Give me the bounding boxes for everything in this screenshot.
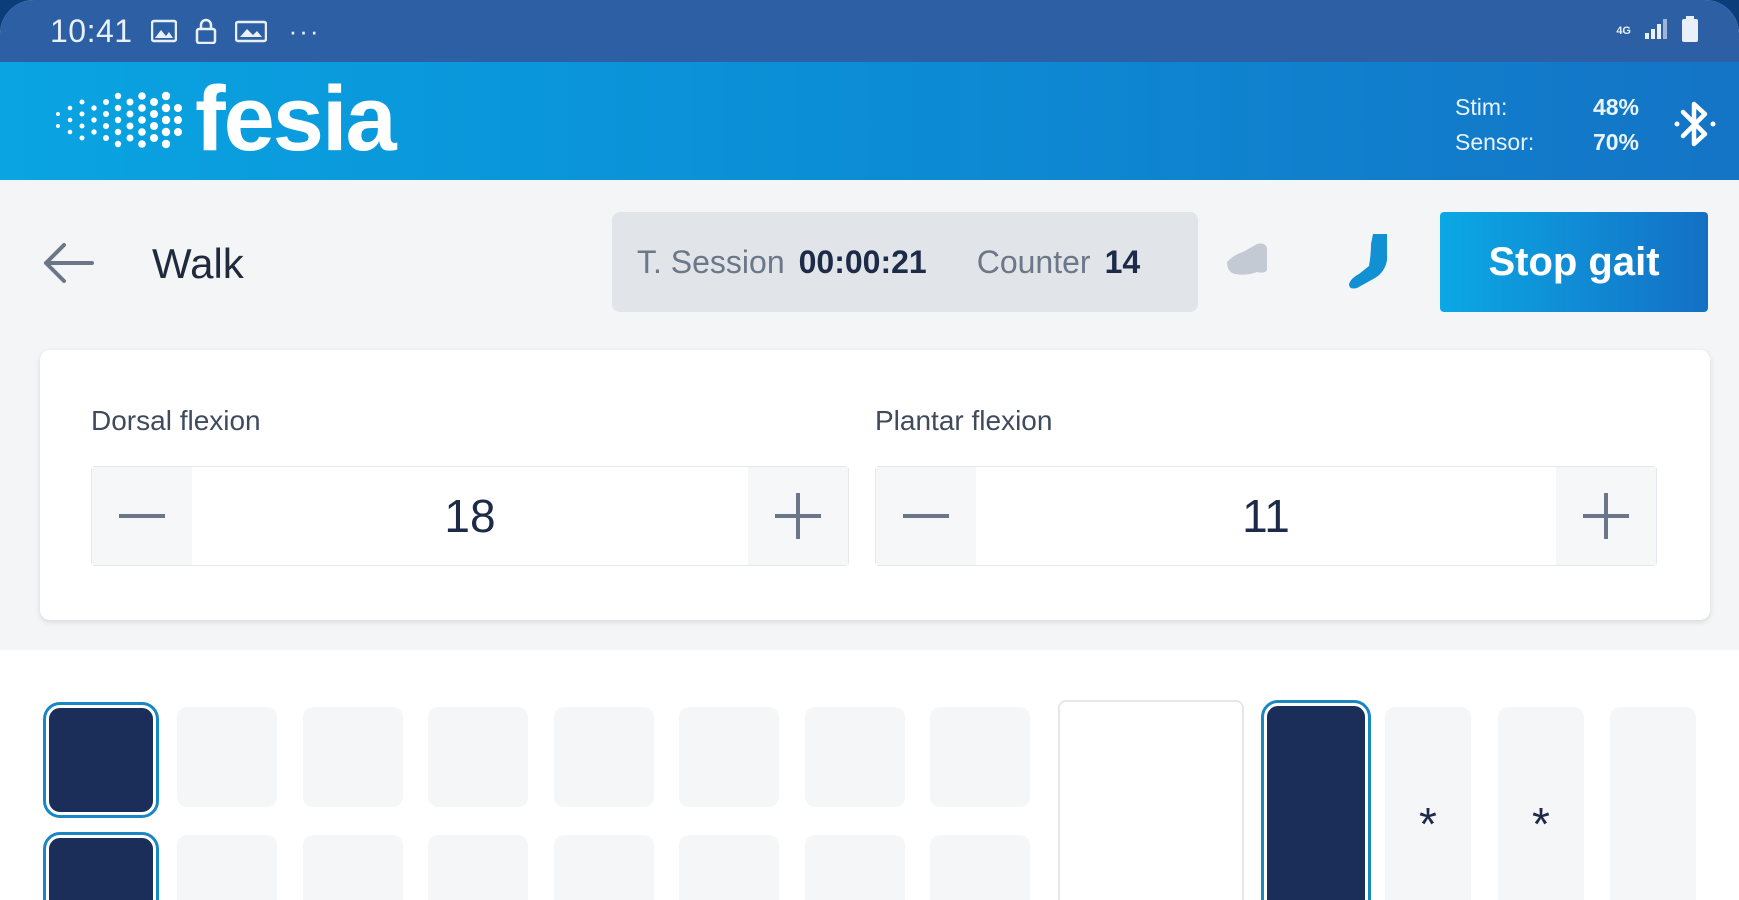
dorsal-decrement-button[interactable]: [92, 467, 192, 565]
plus-icon: [775, 493, 821, 539]
session-info: T. Session 00:00:21 Counter 14: [612, 212, 1198, 312]
counter-label: Counter: [976, 243, 1091, 280]
image-icon: [150, 19, 177, 43]
stop-gait-button[interactable]: Stop gait: [1440, 212, 1708, 312]
minus-icon: [119, 514, 165, 518]
grid-cell[interactable]: [679, 707, 779, 807]
grid-cell[interactable]: [177, 707, 277, 807]
grid-cell[interactable]: [554, 835, 654, 900]
stim-level: Stim: 48%: [1455, 94, 1639, 120]
grid-cell[interactable]: [177, 835, 277, 900]
network-type: 4G: [1616, 24, 1631, 37]
grid-column-active[interactable]: [1261, 700, 1371, 900]
page-title: Walk: [152, 240, 244, 287]
flexion-card: Dorsal flexion 18 Plantar flexion 11: [40, 350, 1710, 620]
grid-cell[interactable]: [428, 707, 528, 807]
grid-cell[interactable]: [303, 835, 403, 900]
grid-preview-panel: [1058, 700, 1244, 900]
grid-cell[interactable]: [303, 707, 403, 807]
plus-icon: [1583, 493, 1629, 539]
plantar-flexion-stepper: 11: [875, 466, 1657, 566]
grid-column[interactable]: [1610, 707, 1696, 900]
dorsal-increment-button[interactable]: [748, 467, 848, 565]
more-notifications: ···: [288, 15, 321, 46]
grid-cell[interactable]: [428, 835, 528, 900]
plantar-flexion-value[interactable]: 11: [976, 467, 1556, 565]
arrow-left-icon[interactable]: [40, 240, 96, 286]
foot-flat-icon[interactable]: [1225, 240, 1269, 280]
grid-column[interactable]: *: [1385, 707, 1471, 900]
app-header: fesia Stim: 48% Sensor: 70%: [0, 62, 1739, 180]
dorsal-flexion-label: Dorsal flexion: [91, 405, 261, 436]
sensor-value: 70%: [1592, 129, 1639, 155]
foot-lift-icon[interactable]: [1345, 232, 1391, 290]
sensor-level: Sensor: 70%: [1455, 129, 1639, 155]
grid-column[interactable]: *: [1498, 707, 1584, 900]
counter-value: 14: [1104, 243, 1141, 280]
status-bar: 10:41 ··· 4G: [0, 0, 1739, 62]
session-time: 00:00:21: [798, 243, 927, 280]
stim-value: 48%: [1592, 94, 1639, 120]
electrode-grid: * *: [0, 650, 1739, 900]
battery-levels: Stim: 48% Sensor: 70%: [1455, 90, 1639, 160]
dorsal-flexion-stepper: 18: [91, 466, 849, 566]
grid-cell[interactable]: [930, 835, 1030, 900]
lock-icon: [195, 18, 217, 44]
plantar-decrement-button[interactable]: [876, 467, 976, 565]
minus-icon: [903, 514, 949, 518]
grid-cell[interactable]: [805, 707, 905, 807]
grid-cell[interactable]: [554, 707, 654, 807]
bluetooth-icon[interactable]: [1671, 98, 1719, 150]
logo-dots-icon: [56, 91, 182, 149]
logo-text: fesia: [195, 68, 397, 170]
status-right: 4G: [1616, 15, 1699, 48]
app-screen: 10:41 ··· 4G fesia Stim: 48% Sensor: 70%…: [0, 0, 1739, 900]
grid-cell-active[interactable]: [43, 702, 159, 818]
grid-cell-active[interactable]: [43, 832, 159, 900]
battery-icon: [1681, 15, 1699, 48]
grid-cell[interactable]: [679, 835, 779, 900]
status-time: 10:41: [50, 12, 133, 49]
plantar-flexion-label: Plantar flexion: [875, 405, 1053, 436]
fesia-logo: fesia: [48, 68, 397, 170]
grid-cell[interactable]: [930, 707, 1030, 807]
star-marker: *: [1419, 798, 1437, 850]
session-label: T. Session: [637, 243, 785, 280]
gallery-icon: [234, 19, 267, 43]
dorsal-flexion-value[interactable]: 18: [192, 467, 748, 565]
star-marker: *: [1532, 798, 1550, 850]
toolbar: Walk T. Session 00:00:21 Counter 14 Stop…: [0, 180, 1739, 345]
plantar-increment-button[interactable]: [1556, 467, 1656, 565]
signal-icon: [1643, 17, 1669, 46]
grid-cell[interactable]: [805, 835, 905, 900]
